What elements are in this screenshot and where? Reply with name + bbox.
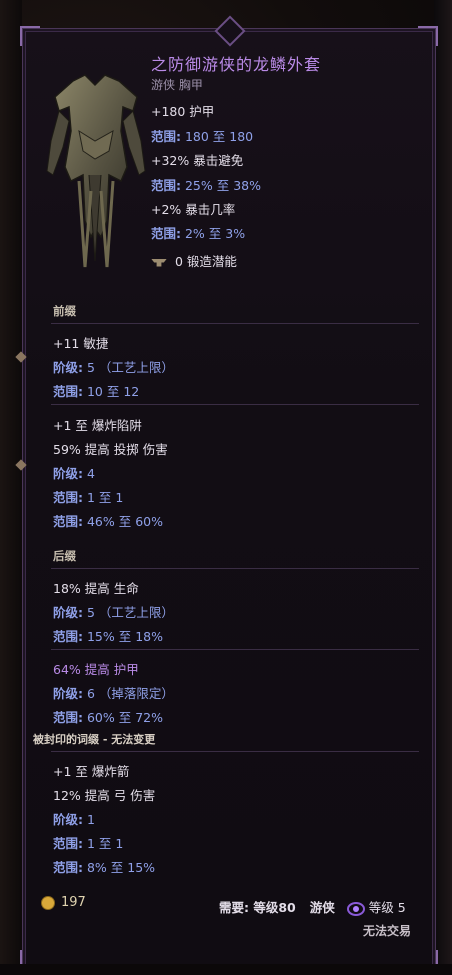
requirements: 需要: 等级80 游侠 等级 5 <box>219 897 406 916</box>
base-stat-crit-avoid: +32% 暴击避免 <box>151 153 244 168</box>
range-label: 范围: <box>53 384 83 399</box>
affix-tier: 阶级: 1 <box>53 809 95 828</box>
tier-label: 阶级: <box>53 360 83 375</box>
prefix-header: 前缀 <box>53 304 76 318</box>
range-value: 60% 至 72% <box>83 710 163 725</box>
base-stat-range: 范围: 180 至 180 <box>151 126 253 145</box>
affix-tier: 阶级: 6 （掉落限定） <box>53 683 174 702</box>
base-stat-crit-chance: +2% 暴击几率 <box>151 202 236 217</box>
tier-value: 4 <box>83 466 95 481</box>
sealed-affix-header: 被封印的词缀 - 无法变更 <box>33 733 156 746</box>
affix-range: 范围: 10 至 12 <box>53 381 139 400</box>
affix-tier: 阶级: 5 （工艺上限） <box>53 602 174 621</box>
anvil-icon <box>151 258 167 267</box>
forging-potential-value: 0 锻造潜能 <box>175 254 237 269</box>
affix-line: +11 敏捷 <box>53 336 109 351</box>
top-ornament-icon <box>214 15 246 47</box>
corner-ornament <box>20 26 40 46</box>
gold-icon <box>41 895 55 910</box>
range-value: 1 至 1 <box>83 836 124 851</box>
item-tooltip: 之防御游侠的龙鳞外套 游侠 胸甲 +180 护甲 范围: 180 至 180 +… <box>15 15 438 970</box>
gold-amount: 197 <box>61 895 86 910</box>
affix-range: 范围: 15% 至 18% <box>53 626 163 645</box>
tier-value: 1 <box>83 812 95 827</box>
background-right <box>434 0 452 975</box>
armor-art <box>46 74 146 268</box>
affix-range: 范围: 46% 至 60% <box>53 511 163 530</box>
range-value: 1 至 1 <box>83 490 124 505</box>
affix-range: 范围: 8% 至 15% <box>53 857 155 876</box>
affix-range: 范围: 1 至 1 <box>53 833 123 852</box>
background-left <box>0 0 22 975</box>
tier-label: 阶级: <box>53 466 83 481</box>
tier-value: 6 （掉落限定） <box>83 686 174 701</box>
range-value: 8% 至 15% <box>83 860 156 875</box>
affix-line: 12% 提高 弓 伤害 <box>53 788 156 803</box>
range-label: 范围: <box>53 860 83 875</box>
tier-label: 阶级: <box>53 605 83 620</box>
gold-value: 197 <box>41 895 86 910</box>
range-value: 10 至 12 <box>83 384 140 399</box>
range-label: 范围: <box>53 836 83 851</box>
item-type: 游侠 胸甲 <box>151 78 203 92</box>
bottom-bar <box>0 964 452 975</box>
tier-label: 阶级: <box>53 812 83 827</box>
range-label: 范围: <box>151 129 181 144</box>
faction-eye-icon <box>346 901 365 916</box>
affix-range: 范围: 1 至 1 <box>53 487 123 506</box>
affix-line: 59% 提高 投掷 伤害 <box>53 442 168 457</box>
range-value: 25% 至 38% <box>181 178 261 193</box>
class-requirement: 游侠 <box>309 900 335 915</box>
range-label: 范围: <box>53 629 83 644</box>
divider <box>51 323 419 324</box>
tier-value: 5 （工艺上限） <box>83 360 174 375</box>
trade-status: 无法交易 <box>363 924 412 938</box>
divider <box>51 751 419 752</box>
suffix-header: 后缀 <box>53 549 76 563</box>
range-label: 范围: <box>53 490 83 505</box>
divider <box>51 404 419 405</box>
divider <box>51 649 419 650</box>
tier-value: 5 （工艺上限） <box>83 605 174 620</box>
item-title: 之防御游侠的龙鳞外套 <box>151 55 322 74</box>
range-label: 范围: <box>151 178 181 193</box>
range-label: 范围: <box>53 710 83 725</box>
tier-label: 阶级: <box>53 686 83 701</box>
base-stat-armor: +180 护甲 <box>151 104 215 119</box>
base-stat-range: 范围: 25% 至 38% <box>151 175 261 194</box>
range-value: 2% 至 3% <box>181 226 246 241</box>
range-label: 范围: <box>53 514 83 529</box>
affix-tier: 阶级: 4 <box>53 463 95 482</box>
affix-tier: 阶级: 5 （工艺上限） <box>53 357 174 376</box>
affix-line: +1 至 爆炸箭 <box>53 764 130 779</box>
affix-range: 范围: 60% 至 72% <box>53 707 163 726</box>
faction-level: 等级 5 <box>368 900 406 915</box>
range-value: 46% 至 60% <box>83 514 163 529</box>
level-requirement: 需要: 等级80 <box>219 900 296 915</box>
range-value: 15% 至 18% <box>83 629 163 644</box>
affix-line: 18% 提高 生命 <box>53 581 139 596</box>
corner-ornament <box>418 26 438 46</box>
affix-line: +1 至 爆炸陷阱 <box>53 418 142 433</box>
divider <box>51 568 419 569</box>
affix-line-exalted: 64% 提高 护甲 <box>53 662 139 677</box>
forging-potential: 0 锻造潜能 <box>151 251 237 270</box>
base-stat-range: 范围: 2% 至 3% <box>151 223 245 242</box>
range-label: 范围: <box>151 226 181 241</box>
range-value: 180 至 180 <box>181 129 254 144</box>
